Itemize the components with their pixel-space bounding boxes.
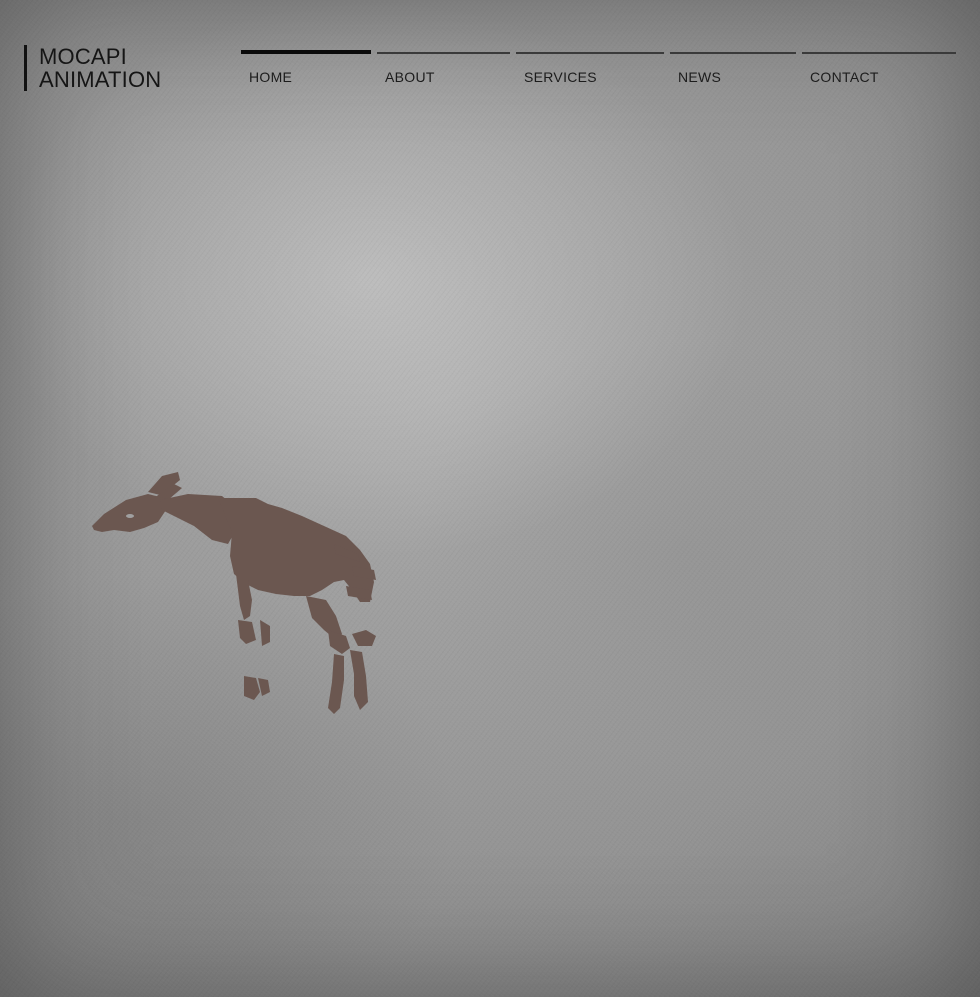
logo-line-1: MOCAPI <box>39 44 127 69</box>
nav-item-about[interactable]: ABOUT <box>377 52 510 92</box>
site-logo[interactable]: MOCAPI ANIMATION <box>24 45 161 91</box>
nav-item-news[interactable]: NEWS <box>670 52 796 92</box>
nav-item-label: HOME <box>249 69 293 85</box>
nav-item-home[interactable]: HOME <box>241 50 371 92</box>
okapi-eye <box>126 514 134 518</box>
main-navigation: HOME ABOUT SERVICES NEWS CONTACT <box>241 50 956 92</box>
nav-item-label: NEWS <box>678 69 722 85</box>
nav-item-label: SERVICES <box>524 69 597 85</box>
logo-line-2: ANIMATION <box>39 67 162 92</box>
nav-item-services[interactable]: SERVICES <box>516 52 664 92</box>
nav-item-contact[interactable]: CONTACT <box>802 52 956 92</box>
okapi-silhouette <box>92 472 376 714</box>
okapi-illustration <box>92 472 376 714</box>
nav-item-label: ABOUT <box>385 69 435 85</box>
nav-item-label: CONTACT <box>810 69 879 85</box>
